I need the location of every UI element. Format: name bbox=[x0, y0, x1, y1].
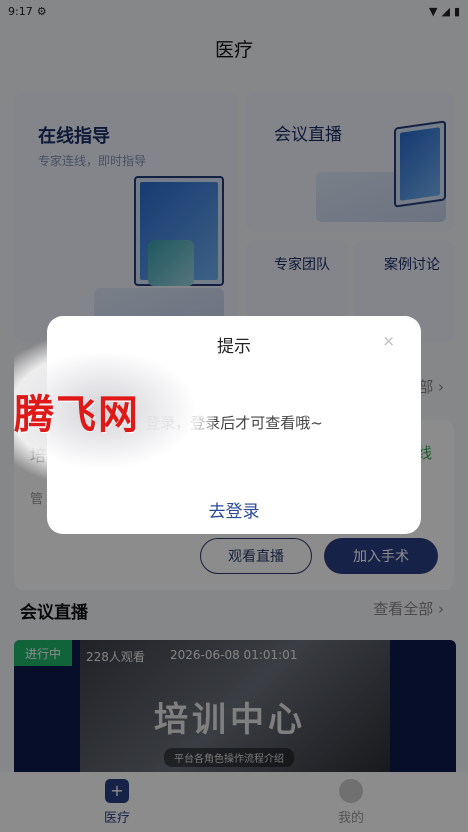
close-icon[interactable]: × bbox=[382, 332, 395, 350]
watermark: 腾飞网 bbox=[14, 391, 140, 438]
go-login-button[interactable]: 去登录 bbox=[47, 484, 421, 534]
